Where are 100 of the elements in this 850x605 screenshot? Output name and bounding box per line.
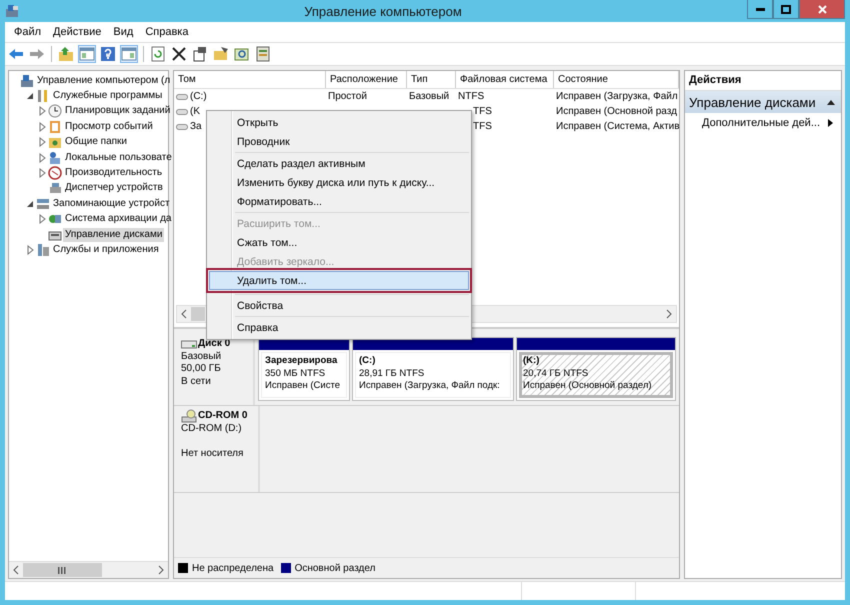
folder-up-icon (58, 46, 74, 62)
menu-item[interactable]: Открыть (209, 113, 469, 132)
collapsed-icon[interactable] (37, 106, 47, 116)
column-header[interactable]: Тип (407, 71, 456, 88)
scrollbar-thumb[interactable] (191, 307, 206, 321)
folder-icon (48, 135, 62, 150)
help-icon (100, 46, 116, 62)
minimize-button[interactable] (747, 0, 773, 19)
toolbar-button[interactable] (212, 45, 230, 63)
menu-item[interactable]: Файл (9, 26, 46, 38)
legend-label: Не распределена (192, 562, 274, 574)
pane-icon (121, 46, 137, 62)
tree-item[interactable]: Производительность (63, 166, 164, 180)
disk-info: 50,00 ГБ (181, 363, 222, 376)
disk-name: CD-ROM 0 (198, 410, 248, 422)
tree-item[interactable]: Планировщик заданий (63, 104, 172, 118)
menu-item[interactable]: Действие (48, 26, 106, 38)
open-folder-icon (213, 46, 229, 62)
collapsed-icon[interactable] (37, 137, 47, 148)
table-cell-text: Исправен (Загрузка, Файл (556, 90, 678, 104)
tree-item[interactable]: Управление дисками (63, 228, 164, 242)
partition-name: (K:) (523, 355, 540, 368)
disk-status: Нет носителя (181, 448, 244, 460)
drive-icon (176, 108, 188, 116)
maximize-icon (781, 4, 791, 14)
tree-item[interactable]: Просмотр событий (63, 120, 155, 134)
partition-status: Исправен (Загрузка, Файл подк: (359, 380, 500, 392)
table-cell-text: TFS (473, 120, 492, 134)
menu-item[interactable]: Сжать том... (209, 233, 469, 252)
grip-icon (58, 566, 66, 574)
table-cell-text: Простой (328, 90, 367, 104)
partition-name: (C:) (359, 355, 376, 368)
expanded-icon[interactable] (25, 91, 35, 102)
column-header[interactable]: Расположение (326, 71, 407, 88)
collapsed-icon[interactable] (37, 152, 47, 163)
column-header[interactable]: Том (174, 71, 326, 88)
forward-arrow-icon (29, 46, 45, 62)
partition[interactable]: (K:) 20,74 ГБ NTFS Исправен (Основной раздел) (516, 337, 676, 401)
partition-size: 28,91 ГБ NTFS (359, 368, 424, 380)
drive-icon (176, 122, 188, 130)
storage-icon (36, 196, 50, 211)
partition-status: Исправен (Систе (265, 380, 340, 392)
menu-item[interactable]: Справка (209, 318, 469, 337)
menu-item[interactable]: Форматировать... (209, 192, 469, 211)
window-title: Управление компьютером (303, 4, 463, 18)
menu-item[interactable]: Проводник (209, 132, 469, 151)
tree-item[interactable]: Система архивации да (63, 212, 174, 226)
refresh-icon (150, 46, 166, 62)
menu-item[interactable]: Сделать раздел активным (209, 154, 469, 173)
pane-icon (79, 46, 95, 62)
section-header[interactable]: Управление дисками (685, 91, 841, 113)
computer-icon (5, 4, 19, 18)
tree-item[interactable]: Локальные пользовате (63, 150, 174, 165)
table-cell-text: (C:) (190, 90, 207, 104)
action-link[interactable]: Дополнительные дей... (685, 113, 841, 132)
delete-icon (171, 46, 187, 62)
tree-item[interactable]: Службы и приложения (51, 242, 161, 257)
table-cell-text: (K (190, 105, 200, 119)
partition-size: 350 МБ NTFS (265, 368, 326, 380)
partition-status: Исправен (Основной раздел) (523, 380, 652, 392)
table-cell-text: За (190, 120, 202, 134)
scrollbar[interactable] (9, 561, 168, 578)
disk-info: В сети (181, 376, 212, 388)
menu-item[interactable]: Свойства (209, 296, 469, 315)
collapsed-icon[interactable] (37, 214, 47, 224)
tree-item[interactable]: Общие папки (63, 135, 130, 150)
device-icon (48, 181, 62, 196)
section-title: Управление дисками (689, 94, 816, 110)
expanded-icon[interactable] (25, 198, 35, 209)
minimize-icon (756, 8, 764, 10)
disk-info: Базовый (181, 350, 222, 363)
menu-item[interactable]: Справка (140, 26, 194, 38)
disk-info: CD-ROM (D:) (181, 423, 243, 436)
computer-icon (20, 74, 34, 88)
drive-icon (176, 92, 188, 100)
tree-item[interactable]: Запоминающие устройст (51, 196, 172, 211)
collapsed-icon[interactable] (25, 244, 35, 255)
collapsed-icon[interactable] (37, 122, 47, 132)
close-icon (818, 4, 826, 14)
maximize-button[interactable] (773, 0, 799, 19)
collapsed-icon[interactable] (37, 168, 47, 178)
tree-item[interactable]: Управление компьютером (л (35, 74, 172, 88)
table-cell-text: Базовый (409, 90, 450, 104)
partition[interactable]: (C:) 28,91 ГБ NTFS Исправен (Загрузка, Файл подк: (352, 337, 514, 401)
menu-item[interactable]: Удалить том... (209, 271, 469, 290)
close-button[interactable] (799, 0, 845, 19)
table-cell-text: Исправен (Система, Актив (556, 120, 680, 134)
menu-item[interactable]: Вид (108, 26, 138, 38)
table-cell-text: NTFS (458, 90, 484, 104)
toolbar-button[interactable] (170, 45, 188, 63)
menu-item[interactable]: Изменить букву диска или путь к диску... (209, 173, 469, 192)
tree-item[interactable]: Служебные программы (51, 89, 164, 104)
cd-drive-icon (181, 409, 197, 423)
scrollbar-thumb[interactable] (23, 563, 102, 577)
partition[interactable]: Зарезервирова 350 МБ NTFS Исправен (Систе (258, 337, 350, 401)
column-header[interactable]: Состояние (554, 71, 679, 88)
column-header[interactable]: Файловая система (456, 71, 554, 88)
tree-item[interactable]: Диспетчер устройств (63, 181, 165, 196)
clock-icon (48, 104, 62, 118)
legend-label: Основной раздел (294, 562, 376, 574)
